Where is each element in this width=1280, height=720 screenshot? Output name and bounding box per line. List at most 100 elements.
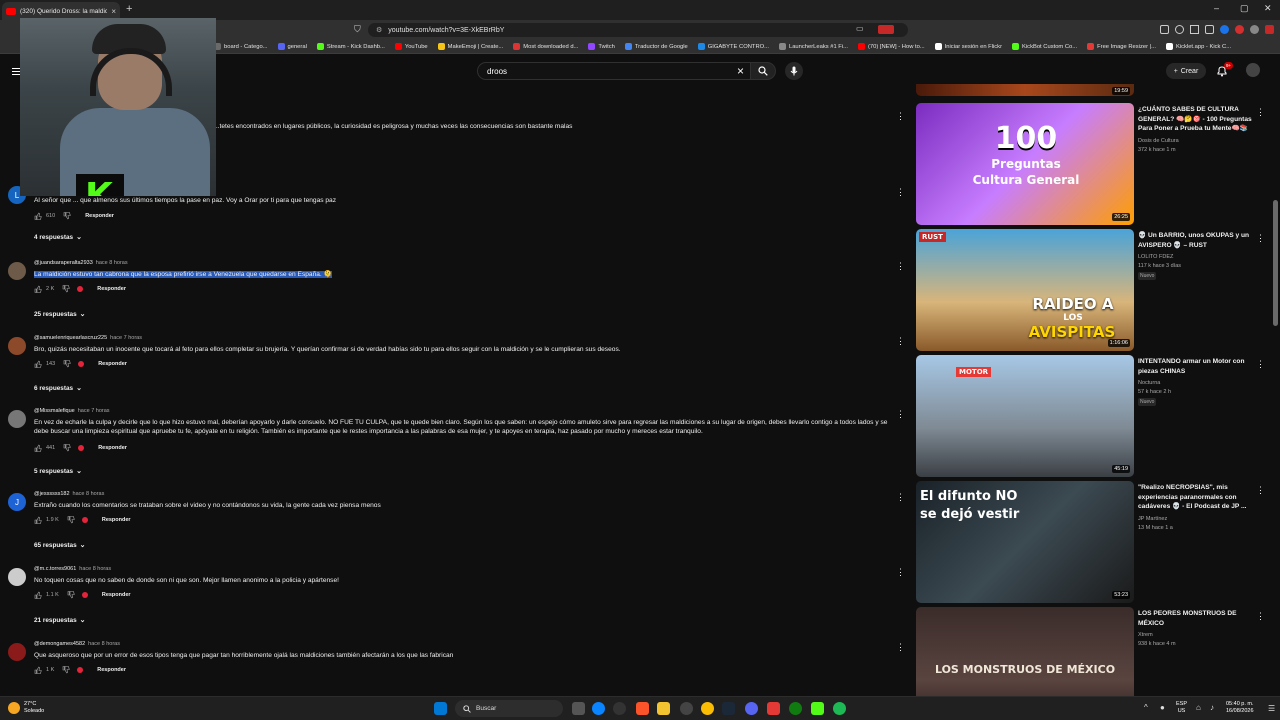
brave-icon[interactable] — [636, 702, 649, 715]
taskbar-search[interactable]: Buscar — [455, 700, 563, 717]
video-menu-icon[interactable]: ⋮ — [1256, 485, 1265, 496]
voice-search-button[interactable] — [785, 62, 803, 80]
video-channel[interactable]: Dosis de Cultura — [1138, 138, 1179, 144]
task-view-icon[interactable] — [572, 702, 585, 715]
bookmark-item[interactable]: Iniciar sesión en Flickr — [934, 43, 1002, 50]
comment-menu-icon[interactable]: ⋮ — [896, 493, 905, 502]
app-icon-red[interactable] — [767, 702, 780, 715]
related-video[interactable]: MOTOR 45:19 INTENTANDO armar un Motor con … — [916, 355, 1268, 477]
bookmark-item[interactable]: board - Catego... — [214, 43, 268, 50]
edge-icon[interactable] — [592, 702, 605, 715]
view-replies-button[interactable]: 25 respuestas ⌄ — [34, 310, 86, 319]
chrome-icon[interactable] — [701, 702, 714, 715]
settings-gear-icon[interactable] — [680, 702, 693, 715]
reply-button[interactable]: Responder — [85, 213, 114, 219]
bookmark-page-icon[interactable]: ⛉ — [354, 24, 361, 35]
discord-icon[interactable] — [745, 702, 758, 715]
screenshot-icon[interactable] — [1190, 25, 1199, 34]
spotify-icon[interactable] — [833, 702, 846, 715]
dislike-icon[interactable] — [62, 666, 70, 674]
comment-time[interactable]: hace 8 horas — [79, 566, 111, 572]
weather-widget[interactable]: 27°C Soleado — [8, 701, 44, 715]
windows-start-icon[interactable] — [434, 702, 447, 715]
site-info-icon[interactable]: ⚙ — [376, 26, 382, 34]
related-video[interactable]: RUST RAIDEO A LOS AVISPITAS 1:16:06 💀 Un BARR… — [916, 229, 1268, 351]
comment-time[interactable]: hace 8 horas — [73, 491, 105, 497]
heart-extension-icon[interactable] — [1265, 25, 1274, 34]
close-tab-icon[interactable]: × — [111, 7, 116, 16]
video-channel[interactable]: JP Martínez — [1138, 516, 1167, 522]
bookmark-item[interactable]: Stream - Kick Dashb... — [316, 43, 385, 50]
profile-avatar[interactable] — [1235, 25, 1244, 34]
file-explorer-icon[interactable] — [657, 702, 670, 715]
new-tab-button[interactable]: + — [126, 3, 132, 15]
extension-puzzle-icon[interactable] — [1160, 25, 1169, 34]
like-icon[interactable] — [34, 285, 42, 293]
maximize-icon[interactable]: ▢ — [1240, 3, 1249, 14]
video-title[interactable]: INTENTANDO armar un Motor con piezas CHI… — [1138, 357, 1260, 376]
comment-menu-icon[interactable]: ⋮ — [896, 568, 905, 577]
video-channel[interactable]: Xtrem — [1138, 632, 1153, 638]
view-replies-button[interactable]: 4 respuestas ⌄ — [34, 233, 82, 242]
reply-button[interactable]: Responder — [98, 445, 127, 451]
like-icon[interactable] — [34, 666, 42, 674]
address-bar[interactable]: ⚙ youtube.com/watch?v=3E-XkEBrRbY — [368, 23, 908, 37]
video-title[interactable]: "Realizo NECROPSIAS", mis experiencias p… — [1138, 483, 1260, 512]
bookmark-item[interactable]: Traductor de Google — [624, 43, 688, 50]
dislike-icon[interactable] — [63, 212, 71, 220]
kick-app-icon[interactable] — [811, 702, 824, 715]
view-replies-button[interactable]: 65 respuestas ⌄ — [34, 541, 86, 550]
comment-menu-icon[interactable]: ⋮ — [896, 410, 905, 419]
cast-icon[interactable]: ▭ — [856, 24, 864, 33]
create-button[interactable]: + Crear — [1166, 63, 1206, 79]
dislike-icon[interactable] — [67, 591, 75, 599]
music-icon[interactable] — [1175, 25, 1184, 34]
comment-avatar[interactable] — [8, 643, 26, 661]
related-video[interactable]: LOS MONSTRUOS DE MÉXICO LOS PEORES MONSTR… — [916, 607, 1268, 696]
reply-button[interactable]: Responder — [102, 592, 131, 598]
related-video[interactable]: El difunto NO se dejó vestir 53:23 "Realizo… — [916, 481, 1268, 603]
clear-search-icon[interactable]: × — [737, 64, 744, 78]
comment-author[interactable]: @jessssss182 — [34, 491, 70, 497]
bookmark-item[interactable]: Most downloaded d... — [513, 43, 578, 50]
video-title[interactable]: 💀 Un BARRIO, unos OKUPAS y un AVISPERO 💀… — [1138, 231, 1260, 250]
bookmark-item[interactable]: (70) [NEW] - How to... — [857, 43, 925, 50]
video-channel[interactable]: LOLITO FDEZ — [1138, 254, 1173, 260]
comment-menu-icon[interactable]: ⋮ — [896, 643, 905, 652]
dislike-icon[interactable] — [63, 444, 71, 452]
tray-mic-icon[interactable]: ● — [1160, 703, 1165, 712]
comment-avatar[interactable] — [8, 337, 26, 355]
clock[interactable]: 05:40 p. m. 16/08/2026 — [1226, 701, 1254, 715]
user-avatar[interactable] — [1246, 63, 1260, 77]
like-icon[interactable] — [34, 360, 42, 368]
like-icon[interactable] — [34, 516, 42, 524]
comment-author[interactable]: @Missmalefique — [34, 408, 75, 414]
comment-author[interactable]: @samuelenriquearlascruz225 — [34, 335, 107, 341]
volume-icon[interactable]: ♪ — [1210, 703, 1214, 712]
search-input[interactable]: droos × — [477, 62, 751, 80]
steam-icon[interactable] — [722, 702, 735, 715]
notification-center-icon[interactable]: ☰ — [1268, 704, 1275, 713]
bookmark-item[interactable]: MakeEmoji | Create... — [437, 43, 503, 50]
comment-avatar[interactable] — [8, 262, 26, 280]
bookmark-item[interactable]: KickBot Custom Co... — [1012, 43, 1077, 50]
comment-menu-icon[interactable]: ⋮ — [896, 337, 905, 346]
extension-icon[interactable] — [878, 25, 894, 34]
comment-author[interactable]: @juandsaraperalta2933 — [34, 260, 93, 266]
related-video[interactable]: 100 Preguntas Cultura General 26:25 ¿CUÁNTO … — [916, 103, 1268, 225]
video-thumbnail[interactable]: El difunto NO se dejó vestir 53:23 — [916, 481, 1134, 603]
reply-button[interactable]: Responder — [102, 517, 131, 523]
view-replies-button[interactable]: 6 respuestas ⌄ — [34, 384, 82, 393]
like-icon[interactable] — [34, 591, 42, 599]
comment-menu-icon[interactable]: ⋮ — [896, 188, 905, 197]
video-thumbnail[interactable]: 100 Preguntas Cultura General 26:25 — [916, 103, 1134, 225]
video-thumbnail-partial[interactable]: 19:59 — [916, 84, 1134, 96]
like-icon[interactable] — [34, 444, 42, 452]
reply-button[interactable]: Responder — [97, 286, 126, 292]
comment-time[interactable]: hace 8 horas — [96, 260, 128, 266]
bookmark-item[interactable]: GIGABYTE CONTRO... — [697, 43, 769, 50]
video-title[interactable]: LOS PEORES MONSTRUOS DE MÉXICO — [1138, 609, 1260, 628]
bookmark-item[interactable]: YouTube — [394, 43, 428, 50]
network-icon[interactable]: ⌂ — [1196, 703, 1201, 712]
download-icon[interactable] — [1220, 25, 1229, 34]
